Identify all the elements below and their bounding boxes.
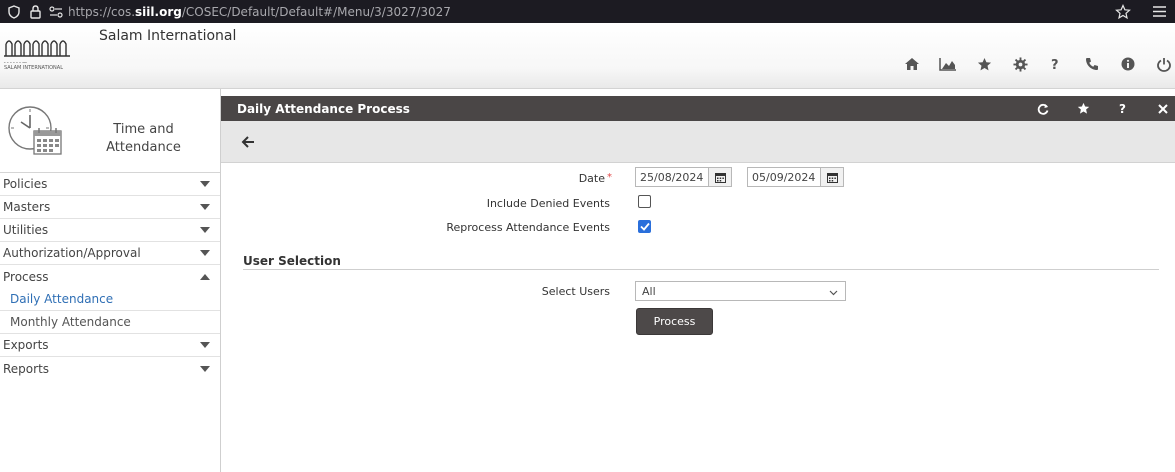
help-icon[interactable]: ? <box>1045 53 1067 75</box>
date-to-input[interactable]: 05/09/2024 <box>747 167 821 187</box>
refresh-icon[interactable] <box>1035 101 1051 117</box>
sidebar-item-utilities[interactable]: Utilities <box>0 219 220 242</box>
sidebar-item-policies[interactable]: Policies <box>0 173 220 196</box>
select-users-dropdown[interactable]: All <box>635 281 846 301</box>
module-title-line2: Attendance <box>106 140 181 155</box>
back-bar <box>221 121 1175 163</box>
sidebar-item-exports[interactable]: Exports <box>0 334 220 357</box>
url-domain: siil.org <box>135 4 182 19</box>
select-users-value: All <box>642 284 656 298</box>
sidebar-item-label: Process <box>3 269 49 284</box>
bookmark-star-icon[interactable] <box>1113 3 1133 20</box>
sidebar-item-reports[interactable]: Reports <box>0 357 220 380</box>
info-icon[interactable] <box>1117 53 1139 75</box>
salam-logo[interactable]: ـــ ـ ـ ـ ـ ـ ـ SALAM INTERNATIONAL <box>2 34 88 72</box>
caret-down-icon <box>190 227 220 233</box>
caret-up-icon <box>190 273 220 280</box>
select-users-label: Select Users <box>541 285 610 298</box>
caret-down-icon <box>190 342 220 348</box>
permissions-icon[interactable] <box>48 5 64 18</box>
chevron-down-icon <box>829 286 838 299</box>
favorite-star-icon[interactable] <box>1075 101 1091 117</box>
calendar-icon[interactable] <box>708 167 732 187</box>
checkmark-icon <box>639 222 650 231</box>
sidebar-item-label: Masters <box>3 200 51 214</box>
back-arrow-icon[interactable] <box>241 135 255 149</box>
svg-text:?: ? <box>1051 58 1059 71</box>
sidebar: Time and Attendance Policies Masters Uti… <box>0 89 221 472</box>
sidebar-subitem-monthly-attendance[interactable]: Monthly Attendance <box>0 311 220 334</box>
svg-text:SALAM INTERNATIONAL: SALAM INTERNATIONAL <box>4 65 63 71</box>
hamburger-menu-icon[interactable] <box>1151 6 1167 17</box>
sidebar-item-masters[interactable]: Masters <box>0 196 220 219</box>
power-icon[interactable] <box>1153 53 1175 75</box>
required-mark: * <box>607 172 612 183</box>
sidebar-item-label: Authorization/Approval <box>3 246 141 260</box>
date-from-input[interactable]: 25/08/2024 <box>635 167 709 187</box>
calendar-icon[interactable] <box>820 167 844 187</box>
sidebar-item-authorization-approval[interactable]: Authorization/Approval <box>0 242 220 265</box>
home-icon[interactable] <box>901 53 923 75</box>
sidebar-item-label: Policies <box>3 177 48 191</box>
phone-icon[interactable] <box>1081 53 1103 75</box>
address-bar[interactable]: https://cos.siil.org/COSEC/Default/Defau… <box>68 5 451 19</box>
page-title: Daily Attendance Process <box>237 101 410 116</box>
caret-down-icon <box>190 365 220 372</box>
sidebar-item-label: Reports <box>3 361 50 376</box>
help-icon[interactable]: ? <box>1115 101 1131 117</box>
gear-icon[interactable] <box>1009 53 1031 75</box>
module-header: Time and Attendance <box>0 89 220 173</box>
include-denied-checkbox[interactable] <box>638 195 651 208</box>
url-prefix: https://cos. <box>68 4 136 19</box>
caret-down-icon <box>190 204 220 210</box>
module-title-line1: Time and <box>113 122 174 137</box>
brand-name: Salam International <box>99 28 237 44</box>
caret-down-icon <box>190 250 220 256</box>
include-denied-label: Include Denied Events <box>486 197 610 210</box>
lock-icon[interactable] <box>28 4 42 19</box>
clock-calendar-icon <box>6 104 64 158</box>
caret-down-icon <box>190 181 220 187</box>
app-header: ـــ ـ ـ ـ ـ ـ ـ SALAM INTERNATIONAL Sala… <box>0 23 1175 89</box>
url-path: /COSEC/Default/Default#/Menu/3/3027/3027 <box>181 4 451 19</box>
sidebar-subitem-daily-attendance[interactable]: Daily Attendance <box>0 288 220 311</box>
process-button[interactable]: Process <box>636 308 713 335</box>
reprocess-label: Reprocess Attendance Events <box>446 221 610 234</box>
shield-icon[interactable] <box>6 4 22 19</box>
close-icon[interactable] <box>1155 101 1171 117</box>
browser-toolbar: https://cos.siil.org/COSEC/Default/Defau… <box>0 0 1175 23</box>
date-label-text: Date <box>578 172 605 185</box>
star-icon[interactable] <box>973 53 995 75</box>
dashboard-chart-icon[interactable] <box>937 53 959 75</box>
date-label: Date * <box>460 172 612 185</box>
sidebar-item-label: Utilities <box>3 223 49 237</box>
svg-text:?: ? <box>1119 102 1126 115</box>
page-title-bar: Daily Attendance Process ? <box>221 96 1175 121</box>
section-title-user-selection: User Selection <box>243 254 341 268</box>
sidebar-item-process[interactable]: Process <box>0 265 220 288</box>
sidebar-item-label: Exports <box>3 338 49 352</box>
section-divider <box>243 269 1159 270</box>
module-title: Time and Attendance <box>96 121 191 157</box>
reprocess-checkbox[interactable] <box>638 220 651 233</box>
